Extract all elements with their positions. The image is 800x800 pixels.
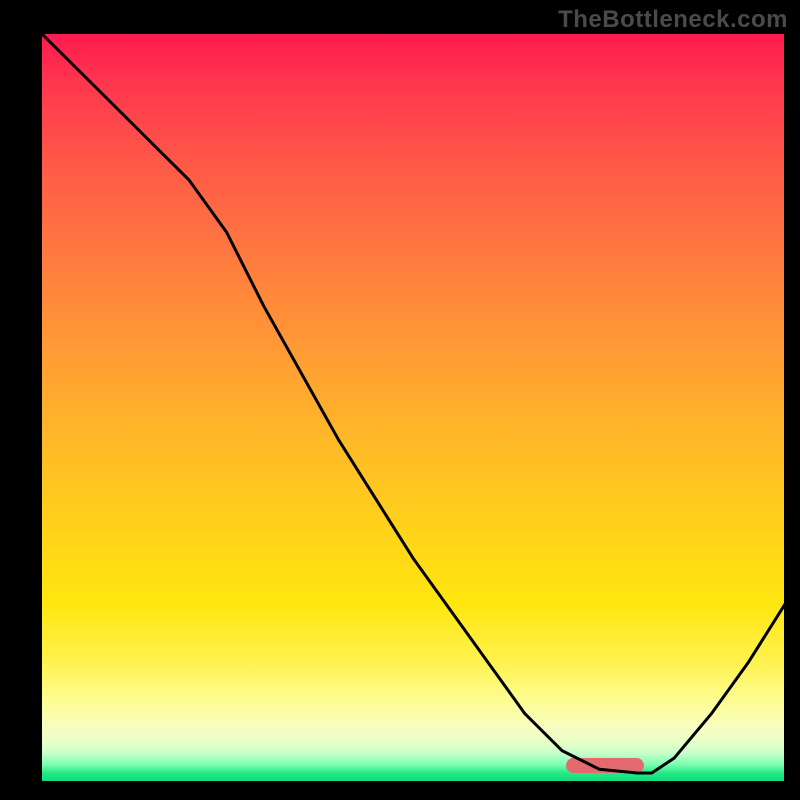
plot-inner — [40, 32, 786, 783]
chart-frame: TheBottleneck.com — [0, 0, 800, 800]
watermark-text: TheBottleneck.com — [558, 6, 788, 34]
plot-area — [40, 32, 786, 783]
curve-line — [40, 32, 786, 783]
